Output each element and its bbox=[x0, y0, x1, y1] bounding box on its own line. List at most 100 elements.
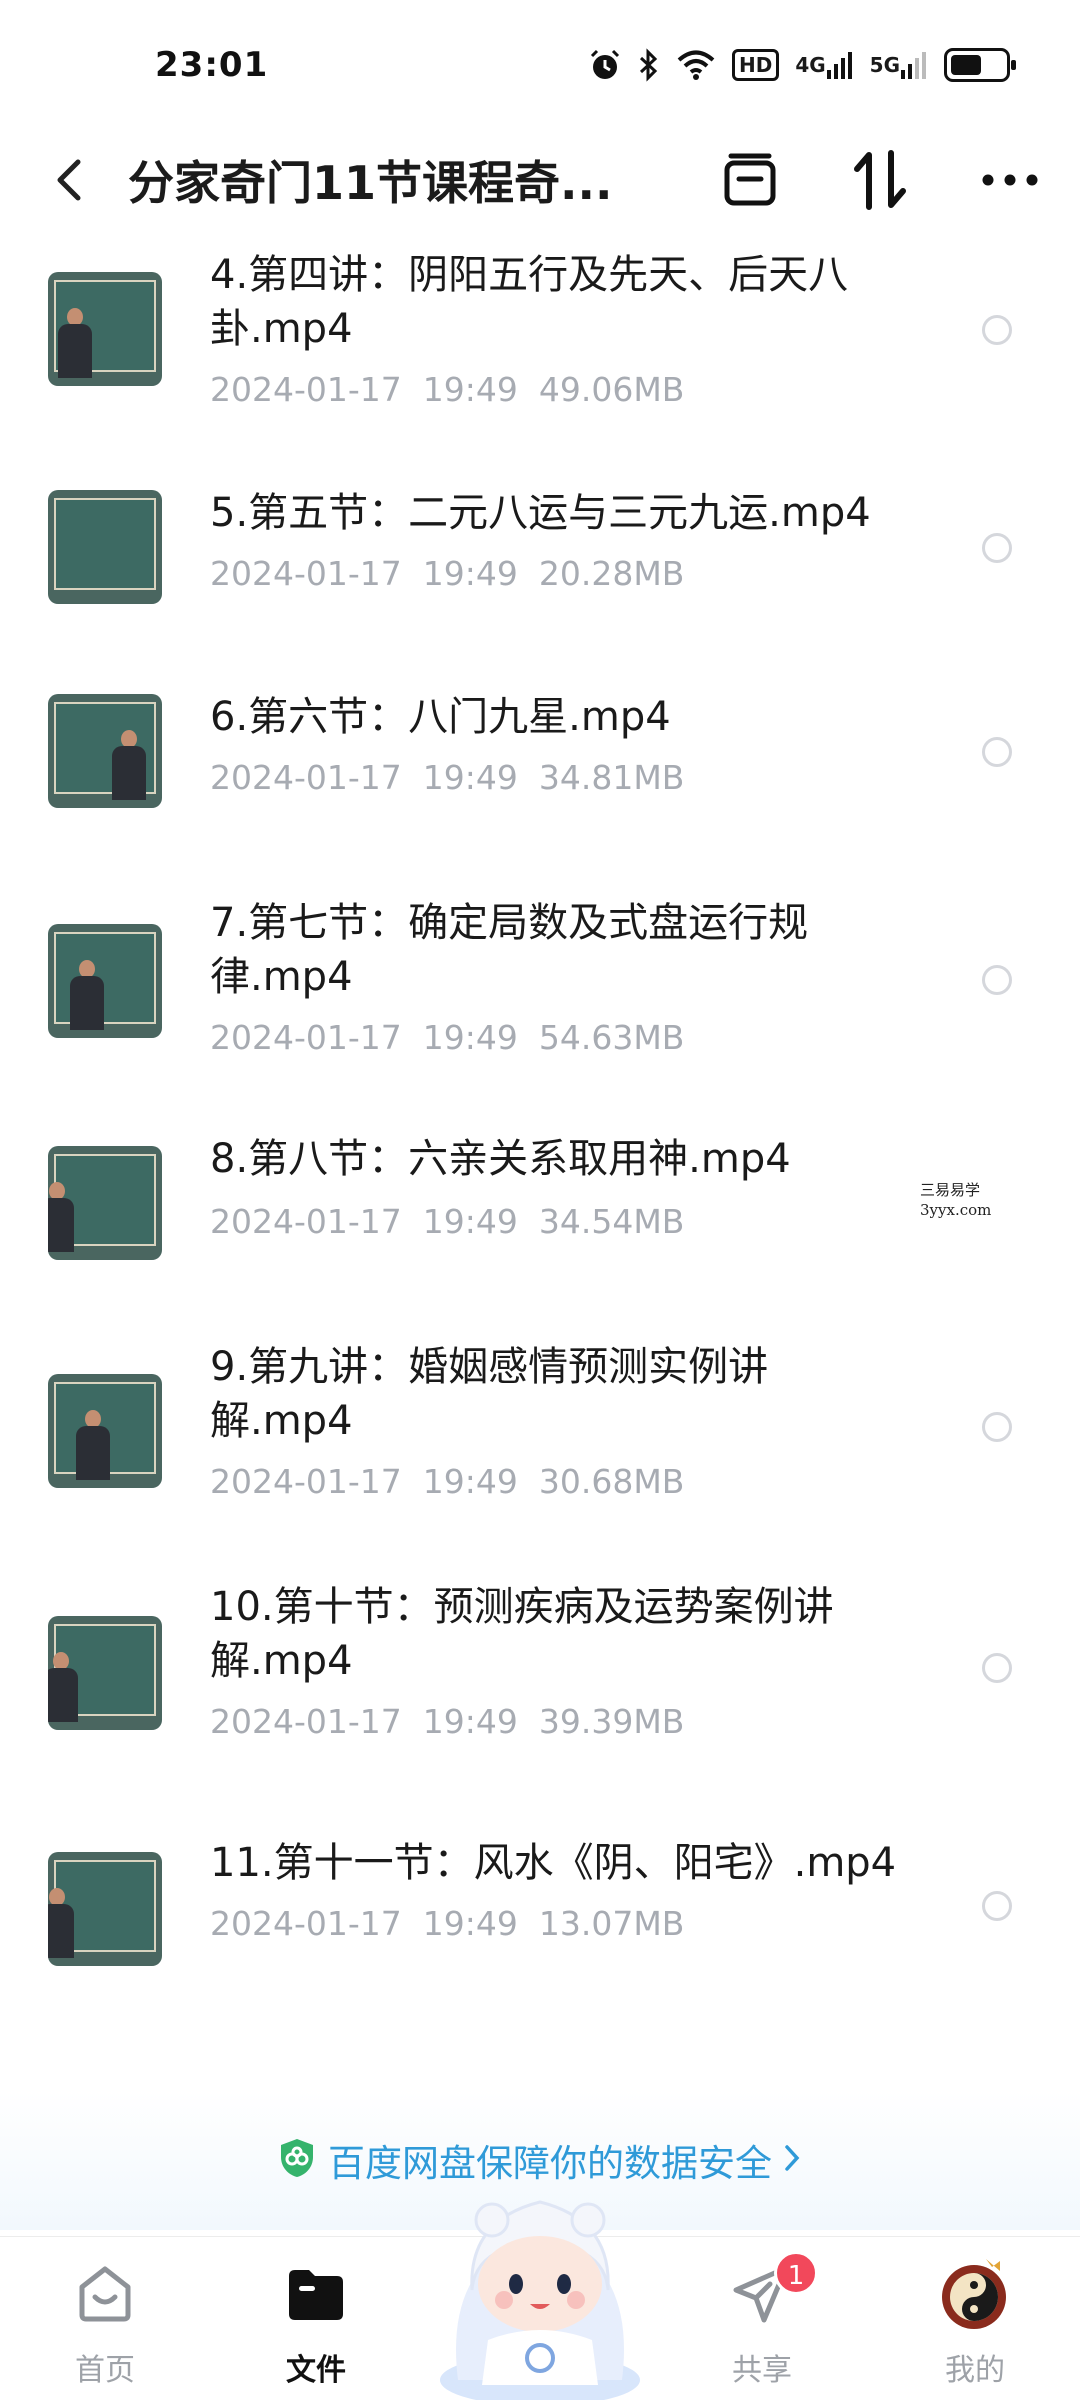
tab-me[interactable]: 我的 bbox=[895, 2257, 1055, 2389]
file-time: 19:49 bbox=[422, 1018, 518, 1057]
paper-plane-icon: 1 bbox=[682, 2251, 842, 2331]
video-thumbnail bbox=[48, 1146, 162, 1260]
signal-4g-icon: 4G bbox=[795, 50, 853, 80]
video-thumbnail bbox=[48, 1852, 162, 1966]
more-icon[interactable] bbox=[980, 150, 1040, 210]
file-meta: 2024-01-17 19:49 54.63MB bbox=[210, 1018, 684, 1057]
network-4g-label: 4G bbox=[795, 53, 826, 77]
file-date: 2024-01-17 bbox=[210, 1904, 402, 1943]
file-size: 30.68MB bbox=[538, 1462, 685, 1501]
file-name: 10.第十节：预测疾病及运势案例讲解.mp4 bbox=[210, 1584, 834, 1684]
file-meta: 2024-01-17 19:49 20.28MB bbox=[210, 554, 684, 593]
network-5g-label: 5G bbox=[869, 53, 900, 77]
file-meta: 2024-01-17 19:49 34.54MB bbox=[210, 1202, 684, 1241]
tab-share-label: 共享 bbox=[732, 2353, 792, 2388]
wifi-icon bbox=[676, 49, 716, 81]
top-actions bbox=[720, 150, 1040, 210]
select-radio[interactable] bbox=[982, 965, 1012, 995]
file-date: 2024-01-17 bbox=[210, 1702, 402, 1741]
file-date: 2024-01-17 bbox=[210, 554, 402, 593]
signal-5g-icon: 5G bbox=[870, 50, 928, 80]
file-name: 9.第九讲：婚姻感情预测实例讲解.mp4 bbox=[210, 1344, 769, 1444]
select-radio[interactable] bbox=[982, 315, 1012, 345]
battery-icon bbox=[944, 48, 1016, 82]
file-row[interactable]: 7.第七节：确定局数及式盘运行规律.mp4 2024-01-17 19:49 5… bbox=[0, 842, 1080, 1092]
video-thumbnail bbox=[48, 490, 162, 604]
status-icons: HD 4G 5G bbox=[588, 48, 1016, 82]
chevron-right-icon bbox=[782, 2142, 802, 2178]
file-time: 19:49 bbox=[422, 1702, 518, 1741]
file-date: 2024-01-17 bbox=[210, 1462, 402, 1501]
select-radio[interactable] bbox=[982, 1412, 1012, 1442]
file-time: 19:49 bbox=[422, 758, 518, 797]
file-date: 2024-01-17 bbox=[210, 1018, 402, 1057]
file-meta: 2024-01-17 19:49 49.06MB bbox=[210, 370, 684, 409]
file-name: 7.第七节：确定局数及式盘运行规律.mp4 bbox=[210, 900, 809, 1000]
file-row[interactable]: 11.第十一节：风水《阴、阳宅》.mp4 2024-01-17 19:49 13… bbox=[0, 1796, 1080, 2000]
file-name: 5.第五节：二元八运与三元九运.mp4 bbox=[210, 490, 871, 536]
file-date: 2024-01-17 bbox=[210, 1202, 402, 1241]
sort-icon[interactable] bbox=[850, 150, 910, 210]
file-time: 19:49 bbox=[422, 554, 518, 593]
file-row[interactable]: 9.第九讲：婚姻感情预测实例讲解.mp4 2024-01-17 19:49 30… bbox=[0, 1296, 1080, 1546]
file-name: 4.第四讲：阴阳五行及先天、后天八卦.mp4 bbox=[210, 252, 849, 352]
file-row[interactable]: 8.第八节：六亲关系取用神.mp4 2024-01-17 19:49 34.54… bbox=[0, 1092, 1080, 1296]
watermark-line1: 三易易学 bbox=[920, 1181, 981, 1199]
file-size: 34.54MB bbox=[538, 1202, 685, 1241]
avatar bbox=[895, 2257, 1055, 2331]
file-time: 19:49 bbox=[422, 1462, 518, 1501]
video-thumbnail bbox=[48, 272, 162, 386]
file-meta: 2024-01-17 19:49 39.39MB bbox=[210, 1702, 684, 1741]
file-time: 19:49 bbox=[422, 1202, 518, 1241]
file-size: 49.06MB bbox=[538, 370, 685, 409]
bluetooth-icon bbox=[638, 48, 660, 82]
file-name: 8.第八节：六亲关系取用神.mp4 bbox=[210, 1136, 791, 1182]
file-date: 2024-01-17 bbox=[210, 370, 402, 409]
video-thumbnail bbox=[48, 694, 162, 808]
tab-home[interactable]: 首页 bbox=[25, 2257, 185, 2389]
watermark-line2: 3yyx.com bbox=[920, 1201, 992, 1219]
file-time: 19:49 bbox=[422, 370, 518, 409]
file-date: 2024-01-17 bbox=[210, 758, 402, 797]
file-size: 54.63MB bbox=[538, 1018, 685, 1057]
video-thumbnail bbox=[48, 924, 162, 1038]
top-bar: 分家奇门11节课程奇... bbox=[0, 130, 1080, 230]
file-size: 20.28MB bbox=[538, 554, 685, 593]
tab-files-label: 文件 bbox=[286, 2353, 346, 2388]
select-radio[interactable] bbox=[982, 533, 1012, 563]
video-thumbnail bbox=[48, 1374, 162, 1488]
file-row[interactable]: 4.第四讲：阴阳五行及先天、后天八卦.mp4 2024-01-17 19:49 … bbox=[0, 230, 1080, 434]
assistant-mascot-button[interactable] bbox=[428, 2180, 652, 2400]
watermark: 三易易学 3yyx.com bbox=[920, 1180, 991, 1220]
hd-badge: HD bbox=[731, 49, 780, 81]
file-meta: 2024-01-17 19:49 13.07MB bbox=[210, 1904, 684, 1943]
select-radio[interactable] bbox=[982, 1653, 1012, 1683]
share-badge: 1 bbox=[774, 2251, 818, 2295]
select-radio[interactable] bbox=[982, 737, 1012, 767]
file-meta: 2024-01-17 19:49 30.68MB bbox=[210, 1462, 684, 1501]
home-icon bbox=[25, 2257, 185, 2331]
file-row[interactable]: 10.第十节：预测疾病及运势案例讲解.mp4 2024-01-17 19:49 … bbox=[0, 1546, 1080, 1796]
tab-me-label: 我的 bbox=[945, 2353, 1005, 2388]
back-arrow-icon[interactable] bbox=[40, 150, 100, 210]
shield-icon bbox=[278, 2137, 316, 2183]
select-radio[interactable] bbox=[982, 1891, 1012, 1921]
folder-icon bbox=[236, 2257, 396, 2331]
file-name: 11.第十一节：风水《阴、阳宅》.mp4 bbox=[210, 1840, 897, 1886]
status-bar: 23:01 HD 4G 5G bbox=[0, 0, 1080, 130]
file-name: 6.第六节：八门九星.mp4 bbox=[210, 694, 671, 740]
multi-select-icon[interactable] bbox=[720, 150, 780, 210]
video-thumbnail bbox=[48, 1616, 162, 1730]
tab-share[interactable]: 1 共享 bbox=[682, 2251, 842, 2389]
status-time: 23:01 bbox=[155, 45, 269, 85]
file-row[interactable]: 6.第六节：八门九星.mp4 2024-01-17 19:49 34.81MB bbox=[0, 638, 1080, 842]
security-text: 百度网盘保障你的数据安全 bbox=[328, 2142, 772, 2185]
file-row[interactable]: 5.第五节：二元八运与三元九运.mp4 2024-01-17 19:49 20.… bbox=[0, 434, 1080, 638]
file-size: 39.39MB bbox=[538, 1702, 685, 1741]
file-meta: 2024-01-17 19:49 34.81MB bbox=[210, 758, 684, 797]
file-size: 13.07MB bbox=[538, 1904, 685, 1943]
alarm-icon bbox=[588, 48, 622, 82]
tab-files[interactable]: 文件 bbox=[236, 2257, 396, 2389]
page-title: 分家奇门11节课程奇... bbox=[128, 156, 613, 210]
file-time: 19:49 bbox=[422, 1904, 518, 1943]
